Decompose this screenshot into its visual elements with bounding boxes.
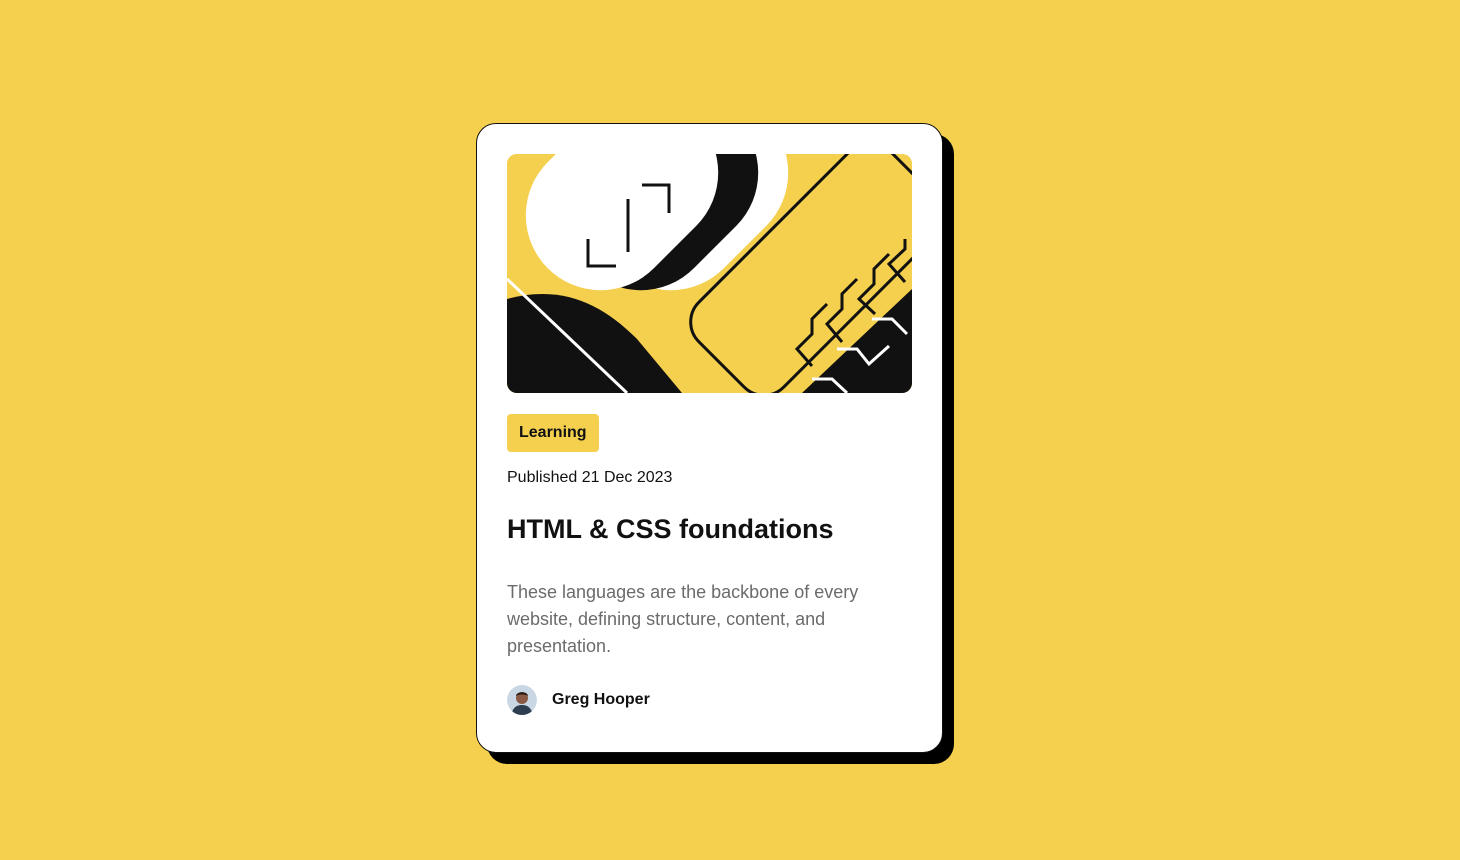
blog-preview-card: Learning Published 21 Dec 2023 HTML & CS… bbox=[476, 123, 943, 753]
card-description: These languages are the backbone of ever… bbox=[507, 582, 859, 656]
card-hero-illustration bbox=[507, 154, 912, 393]
card-title[interactable]: HTML & CSS foundations bbox=[507, 514, 833, 545]
author: Greg Hooper bbox=[507, 685, 650, 715]
published-date: Published 21 Dec 2023 bbox=[507, 469, 673, 486]
category-tag: Learning bbox=[507, 414, 599, 452]
author-name[interactable]: Greg Hooper bbox=[552, 691, 650, 709]
avatar bbox=[507, 685, 537, 715]
